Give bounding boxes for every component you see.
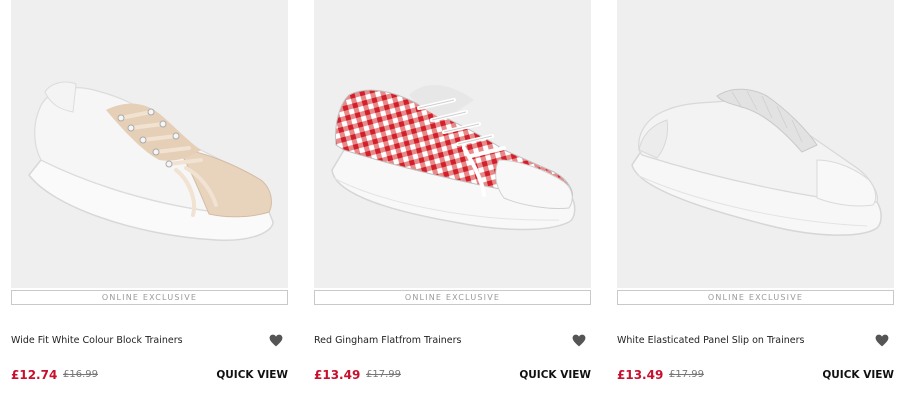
product-image[interactable] (617, 0, 894, 288)
quick-view-button[interactable]: QUICK VIEW (216, 369, 288, 381)
heart-icon[interactable] (875, 334, 889, 347)
was-price: £17.99 (366, 369, 401, 380)
product-card[interactable]: ONLINE EXCLUSIVE Wide Fit White Colour B… (11, 0, 288, 405)
online-exclusive-badge: ONLINE EXCLUSIVE (617, 290, 894, 305)
product-grid: ONLINE EXCLUSIVE Wide Fit White Colour B… (0, 0, 904, 405)
quick-view-button[interactable]: QUICK VIEW (822, 369, 894, 381)
heart-icon[interactable] (572, 334, 586, 347)
product-name[interactable]: White Elasticated Panel Slip on Trainers (617, 335, 857, 346)
trainer-image-slip-on (631, 88, 882, 236)
product-name[interactable]: Red Gingham Flatfrom Trainers (314, 335, 554, 346)
sale-price: £13.49 (314, 368, 361, 382)
heart-icon[interactable] (269, 334, 283, 347)
online-exclusive-badge: ONLINE EXCLUSIVE (11, 290, 288, 305)
sale-price: £13.49 (617, 368, 664, 382)
product-image[interactable] (11, 0, 288, 288)
quick-view-button[interactable]: QUICK VIEW (519, 369, 591, 381)
trainer-image-gingham (331, 84, 576, 231)
trainer-image-colour-block (28, 81, 274, 241)
sale-price: £12.74 (11, 368, 58, 382)
product-image[interactable] (314, 0, 591, 288)
product-name[interactable]: Wide Fit White Colour Block Trainers (11, 335, 251, 346)
price-row: £12.74 £16.99 QUICK VIEW (11, 368, 288, 384)
product-card[interactable]: ONLINE EXCLUSIVE White Elasticated Panel… (617, 0, 894, 405)
was-price: £16.99 (63, 369, 98, 380)
was-price: £17.99 (669, 369, 704, 380)
product-card[interactable]: ONLINE EXCLUSIVE Red Gingham Flatfrom Tr… (314, 0, 591, 405)
price-row: £13.49 £17.99 QUICK VIEW (314, 368, 591, 384)
price-row: £13.49 £17.99 QUICK VIEW (617, 368, 894, 384)
online-exclusive-badge: ONLINE EXCLUSIVE (314, 290, 591, 305)
